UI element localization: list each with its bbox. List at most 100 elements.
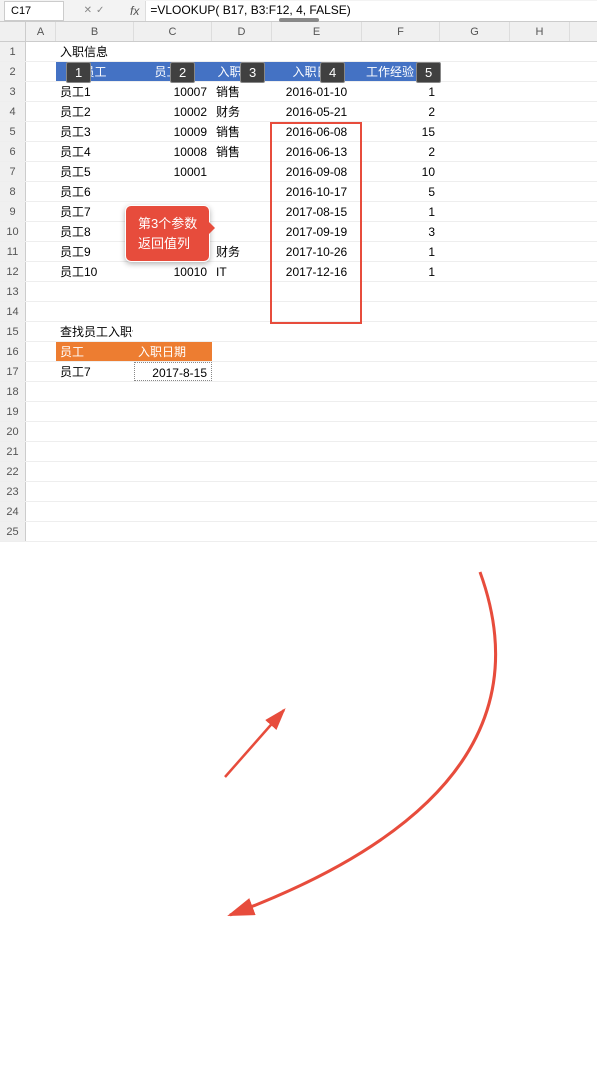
- cell-G5[interactable]: [440, 122, 510, 141]
- cell-F11[interactable]: 1: [362, 242, 440, 261]
- col-header-A[interactable]: A: [26, 22, 56, 41]
- cell-A23[interactable]: [26, 482, 56, 501]
- col-header-D[interactable]: D: [212, 22, 272, 41]
- row-header-22[interactable]: 22: [0, 462, 26, 481]
- cell-G1[interactable]: [440, 42, 510, 61]
- row-header-18[interactable]: 18: [0, 382, 26, 401]
- cell-A5[interactable]: [26, 122, 56, 141]
- cell-B23[interactable]: [56, 482, 134, 501]
- cell-E9[interactable]: 2017-08-15: [272, 202, 362, 221]
- row-header-23[interactable]: 23: [0, 482, 26, 501]
- cell-D4[interactable]: 财务: [212, 102, 272, 121]
- cell-E18[interactable]: [272, 382, 362, 401]
- cell-H21[interactable]: [510, 442, 570, 461]
- cell-C12[interactable]: 10010: [134, 262, 212, 281]
- cell-B12[interactable]: 员工10: [56, 262, 134, 281]
- cell-B16[interactable]: 员工: [56, 342, 134, 361]
- cell-H12[interactable]: [510, 262, 570, 281]
- cell-C16[interactable]: 入职日期: [134, 342, 212, 361]
- cell-G10[interactable]: [440, 222, 510, 241]
- cell-D24[interactable]: [212, 502, 272, 521]
- row-header-9[interactable]: 9: [0, 202, 26, 221]
- cell-F17[interactable]: [362, 362, 440, 381]
- cell-A25[interactable]: [26, 522, 56, 541]
- cell-E7[interactable]: 2016-09-08: [272, 162, 362, 181]
- cell-B24[interactable]: [56, 502, 134, 521]
- cell-A17[interactable]: [26, 362, 56, 381]
- cell-A22[interactable]: [26, 462, 56, 481]
- cell-B8[interactable]: 员工6: [56, 182, 134, 201]
- cell-B14[interactable]: [56, 302, 134, 321]
- cell-B13[interactable]: [56, 282, 134, 301]
- cell-E8[interactable]: 2016-10-17: [272, 182, 362, 201]
- cell-H6[interactable]: [510, 142, 570, 161]
- cell-F23[interactable]: [362, 482, 440, 501]
- cell-D7[interactable]: [212, 162, 272, 181]
- cell-E12[interactable]: 2017-12-16: [272, 262, 362, 281]
- cell-G17[interactable]: [440, 362, 510, 381]
- cell-A9[interactable]: [26, 202, 56, 221]
- cell-D20[interactable]: [212, 422, 272, 441]
- fx-icon[interactable]: fx: [130, 4, 139, 18]
- cell-H20[interactable]: [510, 422, 570, 441]
- cell-C1[interactable]: [134, 42, 212, 61]
- cell-F3[interactable]: 1: [362, 82, 440, 101]
- cell-C13[interactable]: [134, 282, 212, 301]
- cell-F22[interactable]: [362, 462, 440, 481]
- row-header-21[interactable]: 21: [0, 442, 26, 461]
- cell-H7[interactable]: [510, 162, 570, 181]
- cell-G15[interactable]: [440, 322, 510, 341]
- cell-C3[interactable]: 10007: [134, 82, 212, 101]
- cell-F7[interactable]: 10: [362, 162, 440, 181]
- cell-E4[interactable]: 2016-05-21: [272, 102, 362, 121]
- cell-G21[interactable]: [440, 442, 510, 461]
- cell-F19[interactable]: [362, 402, 440, 421]
- cell-D16[interactable]: [212, 342, 272, 361]
- cell-G6[interactable]: [440, 142, 510, 161]
- row-header-11[interactable]: 11: [0, 242, 26, 261]
- cell-E1[interactable]: [272, 42, 362, 61]
- cell-A11[interactable]: [26, 242, 56, 261]
- cell-B7[interactable]: 员工5: [56, 162, 134, 181]
- row-header-15[interactable]: 15: [0, 322, 26, 341]
- cell-F1[interactable]: [362, 42, 440, 61]
- cell-D13[interactable]: [212, 282, 272, 301]
- cell-A12[interactable]: [26, 262, 56, 281]
- cell-G25[interactable]: [440, 522, 510, 541]
- cell-D18[interactable]: [212, 382, 272, 401]
- cell-E25[interactable]: [272, 522, 362, 541]
- row-header-14[interactable]: 14: [0, 302, 26, 321]
- cell-H4[interactable]: [510, 102, 570, 121]
- cell-D12[interactable]: IT: [212, 262, 272, 281]
- cell-B19[interactable]: [56, 402, 134, 421]
- formula-bar[interactable]: =VLOOKUP( B17, B3:F12, 4, FALSE): [145, 1, 597, 21]
- cancel-icon[interactable]: ✕: [84, 5, 92, 16]
- cell-E11[interactable]: 2017-10-26: [272, 242, 362, 261]
- row-header-17[interactable]: 17: [0, 362, 26, 381]
- cell-A21[interactable]: [26, 442, 56, 461]
- cell-A15[interactable]: [26, 322, 56, 341]
- col-header-H[interactable]: H: [510, 22, 570, 41]
- cell-A20[interactable]: [26, 422, 56, 441]
- cell-E6[interactable]: 2016-06-13: [272, 142, 362, 161]
- cell-C6[interactable]: 10008: [134, 142, 212, 161]
- cell-G4[interactable]: [440, 102, 510, 121]
- selected-cell[interactable]: 2017-8-15: [134, 362, 212, 381]
- cell-G12[interactable]: [440, 262, 510, 281]
- cell-B9[interactable]: 员工7: [56, 202, 134, 221]
- cell-C22[interactable]: [134, 462, 212, 481]
- row-header-1[interactable]: 1: [0, 42, 26, 61]
- cell-H11[interactable]: [510, 242, 570, 261]
- cell-E22[interactable]: [272, 462, 362, 481]
- cell-G19[interactable]: [440, 402, 510, 421]
- name-box[interactable]: [4, 1, 64, 21]
- cell-D5[interactable]: 销售: [212, 122, 272, 141]
- cell-H14[interactable]: [510, 302, 570, 321]
- cell-C7[interactable]: 10001: [134, 162, 212, 181]
- cell-G24[interactable]: [440, 502, 510, 521]
- cell-F18[interactable]: [362, 382, 440, 401]
- cell-G9[interactable]: [440, 202, 510, 221]
- cell-D17[interactable]: [212, 362, 272, 381]
- cell-D11[interactable]: 财务: [212, 242, 272, 261]
- cell-F15[interactable]: [362, 322, 440, 341]
